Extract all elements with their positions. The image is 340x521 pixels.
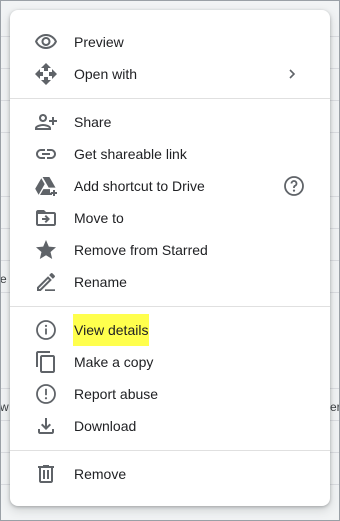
help-circle-icon[interactable] (282, 174, 306, 198)
menu-item-view-details[interactable]: View details (10, 314, 330, 346)
person-add-icon (34, 110, 58, 134)
background-text-fragment: er (330, 400, 340, 414)
menu-item-label: Rename (74, 274, 127, 290)
background-text-fragment: e (0, 272, 7, 286)
move-arrows-icon (34, 62, 58, 86)
pencil-icon (34, 270, 58, 294)
menu-item-make-a-copy[interactable]: Make a copy (10, 346, 330, 378)
context-menu: Preview Open with Share Get shareable li… (10, 10, 330, 506)
star-icon (34, 238, 58, 262)
menu-item-add-shortcut[interactable]: Add shortcut to Drive (10, 170, 330, 202)
eye-icon (34, 30, 58, 54)
menu-item-share[interactable]: Share (10, 106, 330, 138)
drive-shortcut-icon (34, 174, 58, 198)
menu-item-label: Report abuse (74, 386, 159, 402)
menu-divider (10, 306, 330, 307)
move-to-folder-icon (34, 206, 58, 230)
menu-item-label: Make a copy (74, 354, 154, 370)
background-text-fragment: w (0, 400, 9, 414)
trash-icon (34, 462, 58, 486)
menu-item-move-to[interactable]: Move to (10, 202, 330, 234)
menu-item-report-abuse[interactable]: Report abuse (10, 378, 330, 410)
download-icon (34, 414, 58, 438)
menu-item-open-with[interactable]: Open with (10, 58, 330, 90)
menu-item-label: View details (73, 314, 150, 346)
info-icon (34, 318, 58, 342)
menu-item-label: Download (74, 418, 137, 434)
menu-item-rename[interactable]: Rename (10, 266, 330, 298)
copy-icon (34, 350, 58, 374)
menu-item-remove[interactable]: Remove (10, 458, 330, 490)
menu-item-get-shareable-link[interactable]: Get shareable link (10, 138, 330, 170)
menu-item-label: Move to (74, 210, 124, 226)
menu-divider (10, 98, 330, 99)
link-icon (34, 142, 58, 166)
menu-item-label: Remove from Starred (74, 242, 208, 258)
menu-item-preview[interactable]: Preview (10, 26, 330, 58)
menu-item-download[interactable]: Download (10, 410, 330, 442)
menu-item-label: Preview (74, 34, 124, 50)
menu-item-label: Open with (74, 66, 138, 82)
menu-item-label: Remove (74, 466, 127, 482)
report-icon (34, 382, 58, 406)
menu-item-remove-from-starred[interactable]: Remove from Starred (10, 234, 330, 266)
menu-item-label: Share (74, 114, 112, 130)
menu-divider (10, 450, 330, 451)
menu-item-label: Add shortcut to Drive (74, 178, 205, 194)
menu-item-label: Get shareable link (74, 146, 187, 162)
chevron-right-icon (280, 62, 304, 86)
